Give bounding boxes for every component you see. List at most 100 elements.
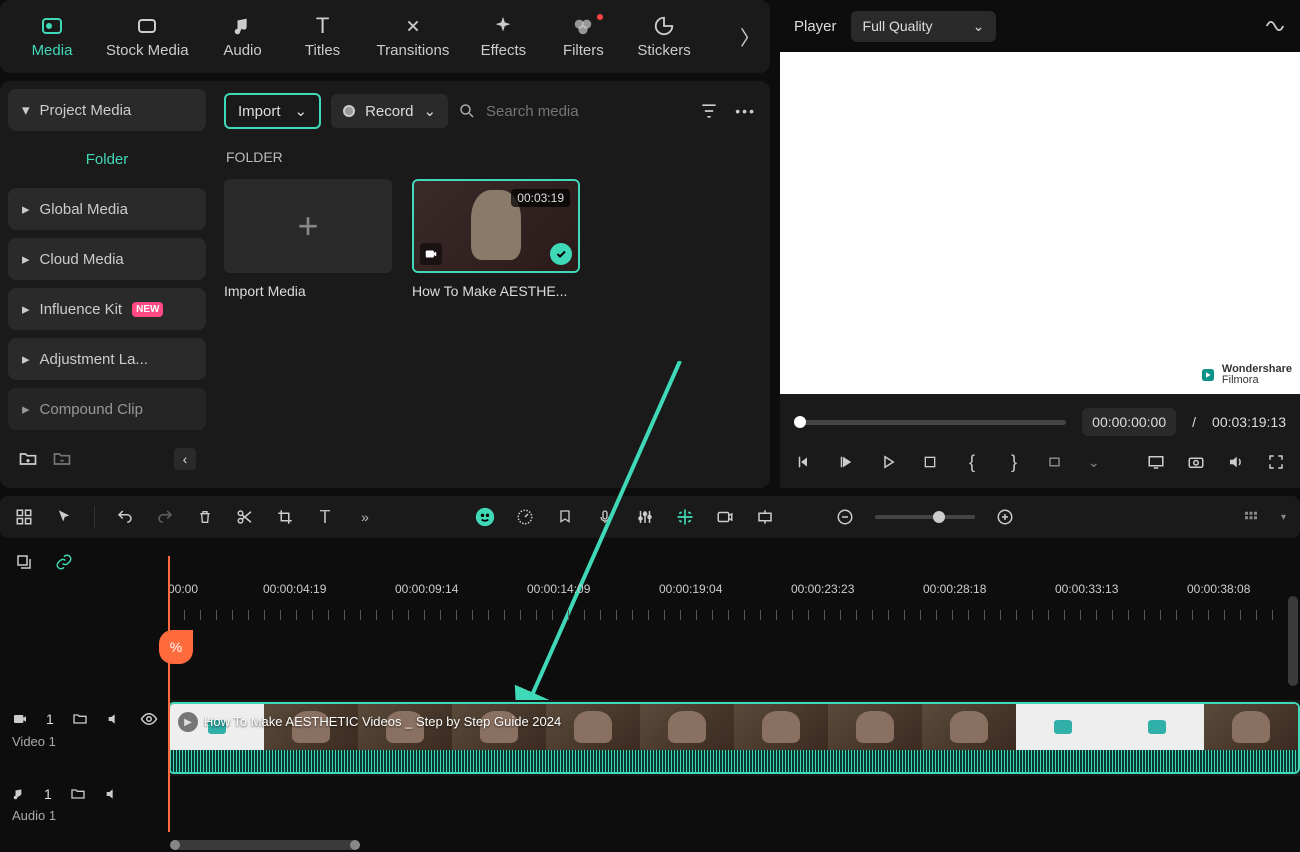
ratio-icon[interactable] xyxy=(1046,452,1066,472)
current-time: 00:00:00:00 xyxy=(1082,408,1176,436)
more-icon[interactable]: ••• xyxy=(735,103,756,119)
more-tools-icon[interactable]: » xyxy=(355,507,375,527)
voiceover-icon[interactable] xyxy=(595,507,615,527)
lock-icon[interactable] xyxy=(70,786,86,802)
mixer-icon[interactable] xyxy=(635,507,655,527)
split-icon[interactable] xyxy=(235,507,255,527)
mark-out-icon[interactable]: } xyxy=(1004,452,1024,472)
keyframe-icon[interactable] xyxy=(755,507,775,527)
sidebar-adjustment-layer[interactable]: ▸ Adjustment La... xyxy=(8,338,206,380)
tab-media[interactable]: Media xyxy=(12,6,92,67)
tabs-overflow-icon[interactable]: 〉 xyxy=(740,22,760,51)
prev-frame-icon[interactable] xyxy=(794,452,814,472)
media-toolbar: Import ⌄ Record ⌄ ••• xyxy=(224,93,756,129)
video-track-icon xyxy=(12,711,28,727)
auto-reframe-icon[interactable] xyxy=(675,507,695,527)
tab-filters[interactable]: Filters xyxy=(543,6,623,67)
clip-title: How To Make AESTHETIC Videos _ Step by S… xyxy=(204,714,561,729)
sidebar-folder[interactable]: Folder xyxy=(8,139,206,180)
render-icon[interactable] xyxy=(715,507,735,527)
tab-stickers[interactable]: Stickers xyxy=(623,6,704,67)
timeline-ruler[interactable]: 00:00 00:00:04:19 00:00:09:14 00:00:14:0… xyxy=(0,582,1300,620)
delete-folder-icon[interactable] xyxy=(52,449,72,469)
playhead[interactable] xyxy=(168,556,170,832)
ai-icon[interactable] xyxy=(475,507,495,527)
marker-icon[interactable] xyxy=(555,507,575,527)
crop-icon[interactable] xyxy=(275,507,295,527)
zoom-out-icon[interactable] xyxy=(835,507,855,527)
stop-icon[interactable] xyxy=(920,452,940,472)
speed-icon[interactable] xyxy=(515,507,535,527)
timeline: 00:00 00:00:04:19 00:00:09:14 00:00:14:0… xyxy=(0,542,1300,852)
chevron-down-icon[interactable]: ⌄ xyxy=(1088,454,1100,471)
media-clip-card[interactable]: 00:03:19 How To Make AESTHE... xyxy=(412,179,580,299)
redo-icon[interactable] xyxy=(155,507,175,527)
delete-icon[interactable] xyxy=(195,507,215,527)
clip-play-icon: ▶ xyxy=(178,712,198,732)
filmora-logo: WondershareFilmora xyxy=(1200,364,1292,386)
video-clip[interactable]: ▶ How To Make AESTHETIC Videos _ Step by… xyxy=(168,702,1300,774)
search-wrap xyxy=(458,102,689,120)
progress-thumb[interactable] xyxy=(794,416,806,428)
visibility-icon[interactable] xyxy=(140,710,158,728)
record-button[interactable]: Record ⌄ xyxy=(331,94,448,128)
volume-icon[interactable] xyxy=(1226,452,1246,472)
collapse-sidebar-icon[interactable]: ‹ xyxy=(174,448,196,470)
mark-in-icon[interactable]: { xyxy=(962,452,982,472)
scopes-icon[interactable] xyxy=(1264,15,1286,37)
total-time: 00:03:19:13 xyxy=(1212,414,1286,430)
tab-stock-media[interactable]: Stock Media xyxy=(92,6,203,67)
mute-icon[interactable] xyxy=(104,786,120,802)
lock-icon[interactable] xyxy=(72,711,88,727)
tab-titles[interactable]: T Titles xyxy=(283,6,363,67)
tab-effects[interactable]: Effects xyxy=(463,6,543,67)
sidebar-footer: ‹ xyxy=(8,438,206,480)
link-icon[interactable] xyxy=(54,552,74,572)
filter-icon[interactable] xyxy=(699,101,719,121)
quality-select[interactable]: Full Quality ⌄ xyxy=(851,11,997,42)
check-icon xyxy=(550,243,572,265)
zoom-slider[interactable] xyxy=(875,515,975,519)
filters-icon xyxy=(571,14,595,38)
progress-bar[interactable] xyxy=(794,420,1066,425)
sidebar-influence-kit[interactable]: ▸ Influence Kit NEW xyxy=(8,288,206,330)
chevron-down-icon[interactable]: ▾ xyxy=(1281,512,1286,523)
play-prev-icon[interactable] xyxy=(836,452,856,472)
sidebar-compound-clip[interactable]: ▸ Compound Clip xyxy=(8,388,206,430)
notification-dot-icon xyxy=(597,14,603,20)
tab-audio[interactable]: Audio xyxy=(203,6,283,67)
new-folder-icon[interactable] xyxy=(18,449,38,469)
caret-right-icon: ▸ xyxy=(22,200,30,218)
titles-icon: T xyxy=(311,14,335,38)
player-label: Player xyxy=(794,18,837,35)
sidebar-project-media[interactable]: ▾ Project Media xyxy=(8,89,206,131)
tab-transitions[interactable]: Transitions xyxy=(363,6,464,67)
sidebar-global-media[interactable]: ▸ Global Media xyxy=(8,188,206,230)
player-progress: 00:00:00:00 / 00:03:19:13 xyxy=(780,394,1300,436)
undo-icon[interactable] xyxy=(115,507,135,527)
import-media-card[interactable]: + Import Media xyxy=(224,179,392,299)
zoom-thumb[interactable] xyxy=(933,511,945,523)
add-track-icon[interactable] xyxy=(14,552,34,572)
search-input[interactable] xyxy=(486,103,689,120)
import-button[interactable]: Import ⌄ xyxy=(224,93,321,129)
duration-badge: 00:03:19 xyxy=(511,189,570,207)
timeline-v-scrollbar[interactable] xyxy=(1288,596,1298,686)
cursor-icon[interactable] xyxy=(54,507,74,527)
caret-right-icon: ▸ xyxy=(22,350,30,368)
play-icon[interactable] xyxy=(878,452,898,472)
sidebar-cloud-media[interactable]: ▸ Cloud Media xyxy=(8,238,206,280)
media-main: Import ⌄ Record ⌄ ••• xyxy=(210,81,770,488)
zoom-in-icon[interactable] xyxy=(995,507,1015,527)
snapshot-icon[interactable] xyxy=(1186,452,1206,472)
transitions-icon xyxy=(401,14,425,38)
fullscreen-icon[interactable] xyxy=(1266,452,1286,472)
display-icon[interactable] xyxy=(1146,452,1166,472)
track-view-icon[interactable] xyxy=(1241,507,1261,527)
player-panel: Player Full Quality ⌄ WondershareFilmora… xyxy=(780,0,1300,488)
mute-icon[interactable] xyxy=(106,711,122,727)
playhead-handle[interactable]: % xyxy=(159,630,193,664)
player-viewport[interactable]: WondershareFilmora xyxy=(780,52,1300,394)
text-icon[interactable]: T xyxy=(315,507,335,527)
layout-icon[interactable] xyxy=(14,507,34,527)
